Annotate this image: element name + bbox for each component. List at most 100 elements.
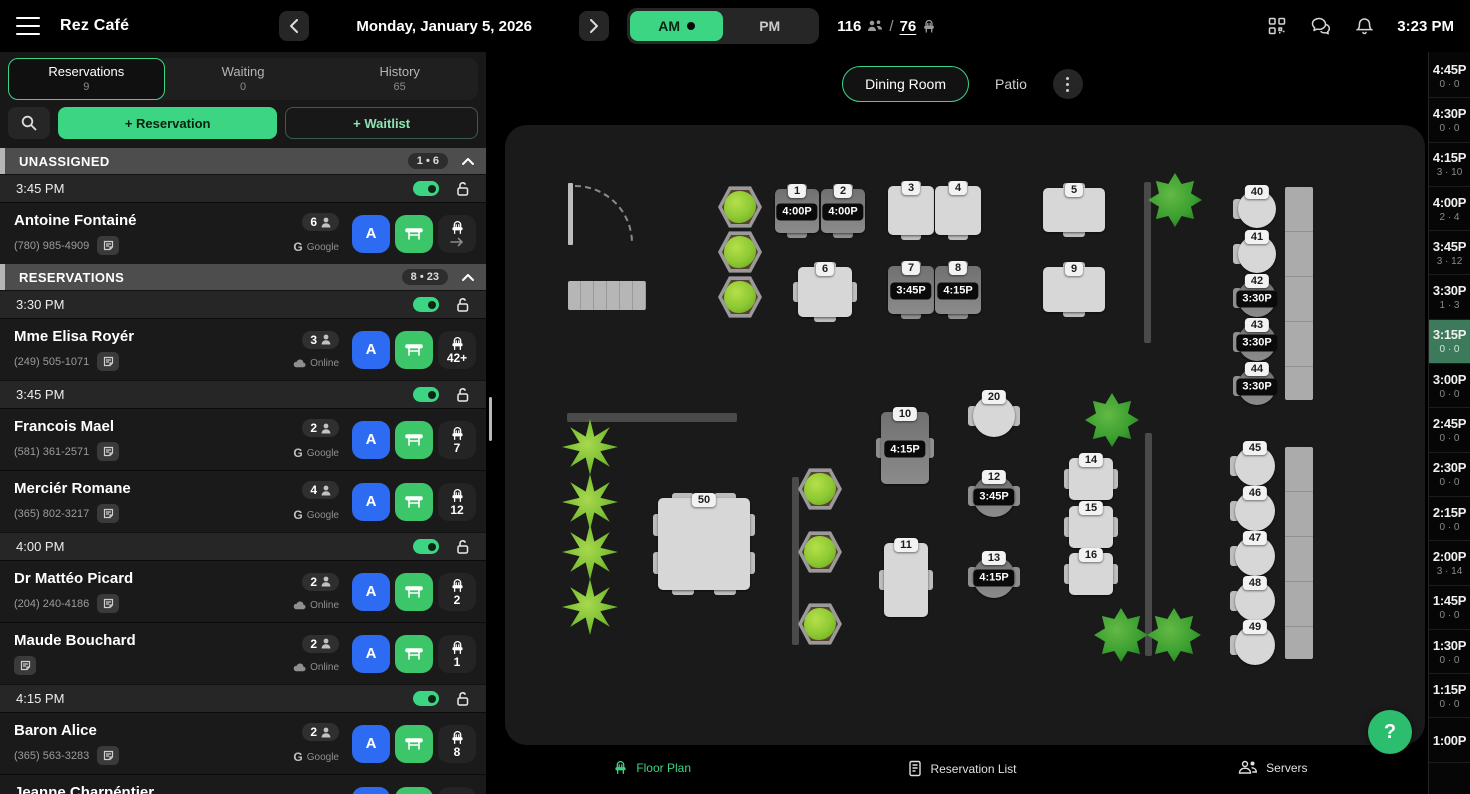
table-14[interactable]: 14 [1064, 453, 1118, 500]
note-icon[interactable] [97, 746, 120, 765]
time-slot-1:15p[interactable]: 1:15P 0 · 0 [1429, 674, 1470, 719]
time-toggle[interactable] [413, 691, 439, 706]
time-toggle[interactable] [413, 297, 439, 312]
assign-table-button[interactable] [395, 214, 433, 253]
lock-open-icon[interactable] [455, 387, 470, 403]
seat-button[interactable]: 42+ [438, 330, 476, 369]
nav-servers[interactable]: Servers [1118, 760, 1428, 775]
assign-table-button[interactable] [395, 482, 433, 521]
table-3[interactable]: 3 [888, 181, 934, 240]
section-header[interactable]: RESERVATIONS 8 • 23 [0, 264, 486, 290]
time-slot-2:00p[interactable]: 2:00P 3 · 14 [1429, 541, 1470, 586]
seat-button[interactable]: 1 [438, 634, 476, 673]
room-tab-dining-room[interactable]: Dining Room [842, 66, 969, 102]
note-icon[interactable] [97, 352, 120, 371]
table-7[interactable]: 7 3:45P [888, 261, 934, 319]
seat-button[interactable]: 12 [438, 482, 476, 521]
table-16[interactable]: 16 [1064, 548, 1118, 595]
note-icon[interactable] [97, 236, 120, 255]
section-header[interactable]: UNASSIGNED 1 • 6 [0, 148, 486, 174]
table-48[interactable]: 48 [1230, 576, 1275, 621]
assign-table-button[interactable] [395, 572, 433, 611]
status-button[interactable]: A [352, 724, 390, 763]
time-slot-2:30p[interactable]: 2:30P 0 · 0 [1429, 453, 1470, 497]
table-45[interactable]: 45 [1230, 441, 1275, 486]
seat-button[interactable] [438, 214, 476, 253]
lock-open-icon[interactable] [455, 691, 470, 707]
time-slot-3:00p[interactable]: 3:00P 0 · 0 [1429, 364, 1470, 409]
table-44[interactable]: 44 3:30P [1233, 362, 1278, 405]
status-button[interactable]: A [352, 634, 390, 673]
note-icon[interactable] [97, 594, 120, 613]
status-button[interactable]: A [352, 786, 390, 794]
status-button[interactable]: A [352, 572, 390, 611]
seat-button[interactable]: 7 [438, 420, 476, 459]
table-40[interactable]: 40 [1233, 185, 1276, 228]
add-waitlist-button[interactable]: + Waitlist [285, 107, 478, 139]
time-toggle[interactable] [413, 181, 439, 196]
table-9[interactable]: 9 [1043, 262, 1105, 317]
search-button[interactable] [8, 107, 50, 139]
status-button[interactable]: A [352, 482, 390, 521]
floor-plan-canvas[interactable]: 1 4:00P 2 4:00P 3 4 5 6 7 3:45P 8 4:15P 9 10 4:15P 11 50… [505, 125, 1425, 745]
assign-table-button[interactable] [395, 330, 433, 369]
time-toggle[interactable] [413, 539, 439, 554]
note-icon[interactable] [14, 656, 36, 675]
kebab-menu-icon[interactable] [1052, 69, 1083, 99]
time-slot-3:30p[interactable]: 3:30P 1 · 3 [1429, 275, 1470, 320]
tab-reservations[interactable]: Reservations 9 [8, 58, 165, 100]
help-button[interactable]: ? [1368, 710, 1412, 754]
table-50[interactable]: 50 [653, 493, 755, 595]
time-slot-4:45p[interactable]: 4:45P 0 · 0 [1429, 54, 1470, 99]
seat-button[interactable]: 2 [438, 572, 476, 611]
sidebar-scrollbar[interactable] [486, 52, 497, 794]
guest-row[interactable]: Baron Alice (365) 563-3283 2 G Google A 8 [0, 712, 486, 774]
table-43[interactable]: 43 3:30P [1233, 318, 1278, 361]
guest-row[interactable]: Francois Mael (581) 361-2571 2 G Google A 7 [0, 408, 486, 470]
table-47[interactable]: 47 [1230, 531, 1275, 576]
bell-icon[interactable] [1356, 17, 1374, 36]
guest-row[interactable]: Dr Mattéo Picard (204) 240-4186 2 Online A 2 [0, 560, 486, 622]
table-13[interactable]: 13 4:15P [968, 551, 1020, 598]
guest-row[interactable]: Jeanne Charpéntier5A [0, 774, 486, 794]
time-slot-3:45p[interactable]: 3:45P 3 · 12 [1429, 231, 1470, 276]
nav-reservation-list[interactable]: Reservation List [807, 760, 1117, 777]
add-reservation-button[interactable]: + Reservation [58, 107, 278, 139]
assign-table-button[interactable] [395, 724, 433, 763]
note-icon[interactable] [97, 504, 120, 523]
time-slot-4:15p[interactable]: 4:15P 3 · 10 [1429, 143, 1470, 187]
time-slot-3:15p[interactable]: 3:15P 0 · 0 [1429, 319, 1470, 365]
table-8[interactable]: 8 4:15P [935, 261, 981, 319]
assign-table-button[interactable] [395, 420, 433, 459]
time-slot-2:15p[interactable]: 2:15P 0 · 0 [1429, 497, 1470, 542]
assign-table-button[interactable] [395, 786, 433, 794]
table-10[interactable]: 10 4:15P [876, 407, 934, 484]
seat-button[interactable] [438, 786, 476, 794]
am-toggle[interactable]: AM [630, 11, 724, 41]
table-2[interactable]: 2 4:00P [821, 184, 865, 238]
time-slot-1:30p[interactable]: 1:30P 0 · 0 [1429, 630, 1470, 675]
table-1[interactable]: 1 4:00P [775, 184, 819, 238]
note-icon[interactable] [97, 442, 120, 461]
tab-history[interactable]: History 65 [321, 58, 478, 100]
table-49[interactable]: 49 [1230, 620, 1275, 665]
lock-open-icon[interactable] [455, 539, 470, 555]
table-46[interactable]: 46 [1230, 486, 1275, 531]
table-12[interactable]: 12 3:45P [968, 470, 1020, 517]
guest-row[interactable]: Antoine Fontainé (780) 985-4909 6 G Google A [0, 202, 486, 264]
time-slot-2:45p[interactable]: 2:45P 0 · 0 [1429, 408, 1470, 453]
seat-button[interactable]: 8 [438, 724, 476, 763]
lock-open-icon[interactable] [455, 297, 470, 313]
scrollbar-thumb[interactable] [489, 397, 492, 441]
status-button[interactable]: A [352, 330, 390, 369]
prev-day-button[interactable] [279, 11, 310, 41]
table-41[interactable]: 41 [1233, 230, 1276, 273]
seats-count[interactable]: 76 [900, 18, 917, 35]
table-15[interactable]: 15 [1064, 501, 1118, 548]
table-5[interactable]: 5 [1043, 183, 1105, 237]
table-11[interactable]: 11 [879, 538, 933, 617]
pm-toggle[interactable]: PM [723, 11, 816, 41]
time-slot-4:30p[interactable]: 4:30P 0 · 0 [1429, 98, 1470, 143]
room-tab-patio[interactable]: Patio [995, 76, 1027, 92]
time-slot-1:45p[interactable]: 1:45P 0 · 0 [1429, 586, 1470, 630]
